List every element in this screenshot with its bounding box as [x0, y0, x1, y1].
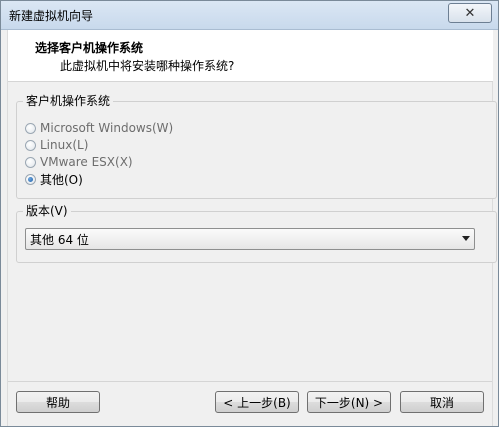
- window-title: 新建虚拟机向导: [9, 9, 94, 23]
- close-icon: ✕: [464, 5, 476, 21]
- next-button[interactable]: 下一步(N) >: [307, 391, 391, 413]
- guest-os-legend: 客户机操作系统: [23, 94, 114, 108]
- radio-label: 其他(O): [40, 172, 83, 187]
- radio-label: Linux(L): [40, 138, 89, 152]
- radio-label: Microsoft Windows(W): [40, 121, 174, 135]
- radio-option-windows[interactable]: Microsoft Windows(W): [25, 120, 173, 136]
- footer-divider: [8, 381, 492, 382]
- radio-option-other[interactable]: 其他(O): [25, 171, 83, 187]
- frame-edge-left: [7, 30, 8, 426]
- radio-option-linux[interactable]: Linux(L): [25, 137, 88, 153]
- version-group: 版本(V) 其他 64 位: [16, 204, 497, 263]
- guest-os-group: 客户机操作系统 Microsoft Windows(W) Linux(L) VM…: [16, 94, 497, 199]
- radio-label: VMware ESX(X): [40, 155, 133, 169]
- radio-option-esx[interactable]: VMware ESX(X): [25, 154, 133, 170]
- back-button[interactable]: < 上一步(B): [215, 391, 299, 413]
- version-dropdown[interactable]: 其他 64 位: [25, 228, 475, 250]
- chevron-down-icon[interactable]: [462, 236, 470, 241]
- version-legend: 版本(V): [23, 204, 71, 218]
- page-title: 选择客户机操作系统: [35, 41, 144, 55]
- page-subtitle: 此虚拟机中将安装哪种操作系统?: [60, 59, 235, 73]
- close-button[interactable]: ✕: [448, 3, 492, 23]
- help-button[interactable]: 帮助: [16, 391, 100, 413]
- radio-button[interactable]: [25, 122, 36, 134]
- wizard-header: 选择客户机操作系统 此虚拟机中将安装哪种操作系统?: [8, 30, 493, 82]
- radio-button-selected[interactable]: [25, 173, 36, 185]
- radio-button[interactable]: [25, 156, 36, 168]
- radio-button[interactable]: [25, 139, 36, 151]
- version-selected-value: 其他 64 位: [30, 232, 89, 247]
- wizard-window: 新建虚拟机向导 ✕ 选择客户机操作系统 此虚拟机中将安装哪种操作系统? 客户机操…: [0, 0, 499, 427]
- cancel-button[interactable]: 取消: [400, 391, 484, 413]
- title-bar[interactable]: 新建虚拟机向导 ✕: [1, 1, 498, 30]
